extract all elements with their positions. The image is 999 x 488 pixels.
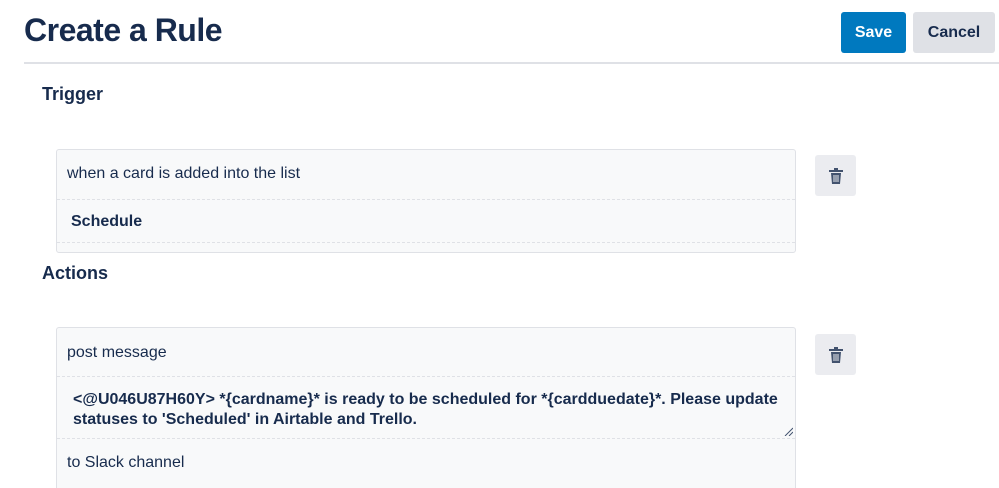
destination-row[interactable]: to Slack channel — [57, 439, 795, 488]
action-card: post message <@U046U87H60Y> *{cardname}*… — [56, 327, 796, 488]
trash-icon — [828, 167, 843, 184]
save-button[interactable]: Save — [841, 12, 906, 53]
destination-text: to Slack channel — [67, 454, 185, 471]
actions-section-title: Actions — [42, 263, 109, 283]
trigger-section-title: Trigger — [42, 84, 104, 104]
trigger-condition-text: when a card is added into the list — [67, 165, 301, 182]
delete-action-button[interactable] — [815, 334, 856, 375]
resize-handle-icon[interactable] — [783, 426, 793, 436]
delete-trigger-button[interactable] — [815, 155, 856, 196]
page-title: Create a Rule — [24, 12, 223, 48]
trash-icon — [828, 346, 843, 363]
message-text: <@U046U87H60Y> *{cardname}* is ready to … — [73, 391, 778, 428]
trigger-list-name: Schedule — [71, 213, 143, 230]
action-type-row[interactable]: post message — [57, 328, 795, 377]
create-rule-page: Create a Rule Save Cancel Trigger when a… — [0, 0, 999, 488]
message-textarea[interactable]: <@U046U87H60Y> *{cardname}* is ready to … — [57, 377, 795, 439]
trigger-card: when a card is added into the list Sched… — [56, 149, 796, 253]
header-divider — [24, 62, 999, 64]
action-type-text: post message — [67, 344, 167, 361]
trigger-condition-row[interactable]: when a card is added into the list — [57, 150, 795, 200]
cancel-button[interactable]: Cancel — [913, 12, 995, 53]
trigger-list-row[interactable]: Schedule — [57, 200, 795, 243]
